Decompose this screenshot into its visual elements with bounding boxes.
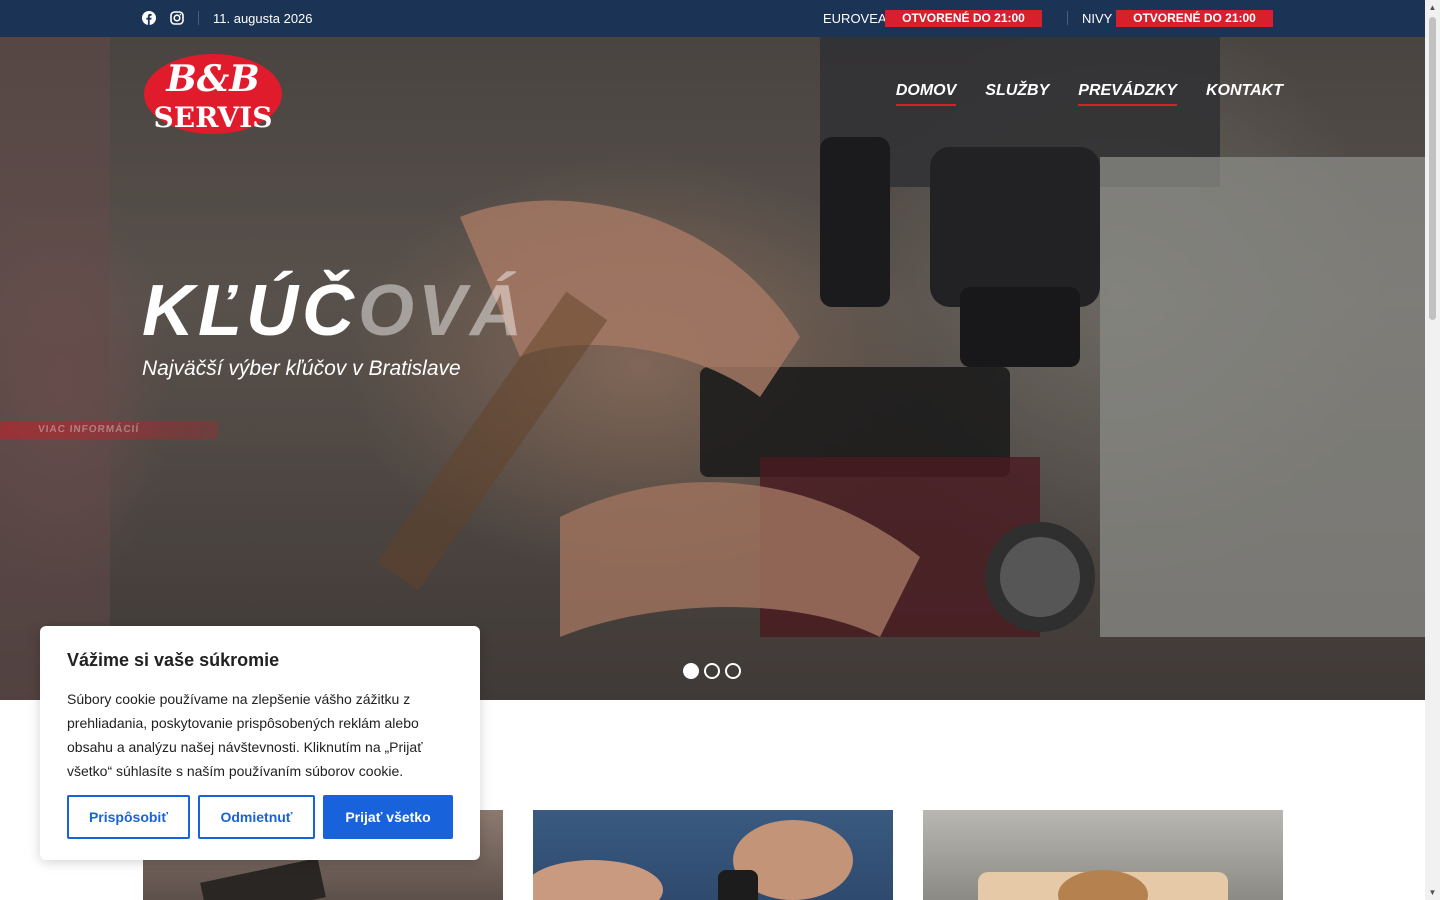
hero-subtitle: Najväčší výber kľúčov v Bratislave: [142, 357, 461, 380]
nav-item-domov[interactable]: DOMOV: [895, 82, 957, 106]
nav-item-prevadzky[interactable]: PREVÁDZKY: [1078, 82, 1177, 106]
store-name-nivy: NIVY: [1082, 11, 1113, 26]
svg-text:SERVIS: SERVIS: [154, 101, 273, 134]
reject-button[interactable]: Odmietnuť: [198, 795, 315, 839]
cookie-consent-banner: Vážime si vaše súkromie Súbory cookie po…: [40, 626, 480, 860]
slider-dot-3[interactable]: [725, 663, 741, 679]
card-image: [533, 820, 853, 900]
page-scrollbar[interactable]: ▲ ▼: [1425, 0, 1440, 900]
slider-dot-1[interactable]: [683, 663, 699, 679]
divider: [198, 11, 199, 25]
facebook-icon[interactable]: [142, 11, 156, 25]
card-image: [978, 870, 1228, 900]
current-date: 11. augusta 2026: [213, 11, 313, 26]
cookie-text: Súbory cookie používame na zlepšenie váš…: [67, 691, 423, 779]
customize-button[interactable]: Prispôsobiť: [67, 795, 190, 839]
instagram-icon[interactable]: [170, 11, 184, 25]
hero-title-solid: KĽÚČ: [142, 271, 358, 351]
store-status-badge: OTVORENÉ DO 21:00: [885, 10, 1042, 27]
service-card-3[interactable]: [923, 810, 1283, 900]
cookie-buttons: Prispôsobiť Odmietnuť Prijať všetko: [67, 795, 453, 839]
accept-all-button[interactable]: Prijať všetko: [323, 795, 453, 839]
store-status-badge: OTVORENÉ DO 21:00: [1116, 10, 1273, 27]
more-info-button[interactable]: VIAC INFORMÁCIÍ: [0, 421, 219, 439]
top-bar: 11. augusta 2026 EUROVEA OTVORENÉ DO 21:…: [0, 0, 1425, 37]
divider: [1067, 11, 1068, 25]
bb-servis-logo[interactable]: B&B SERVIS: [143, 53, 283, 135]
service-card-2[interactable]: [533, 810, 893, 900]
slider-dot-2[interactable]: [704, 663, 720, 679]
nav-item-kontakt[interactable]: KONTAKT: [1206, 82, 1283, 106]
main-nav: DOMOV SLUŽBY PREVÁDZKY KONTAKT: [895, 82, 1283, 106]
svg-text:B&B: B&B: [165, 58, 259, 100]
cookie-title: Vážime si vaše súkromie: [67, 650, 280, 670]
scrollbar-thumb[interactable]: [1429, 17, 1436, 320]
hero-title-fade: OVÁ: [357, 271, 526, 351]
nav-item-sluzby[interactable]: SLUŽBY: [985, 82, 1049, 106]
scroll-down-icon[interactable]: ▼: [1425, 885, 1440, 900]
hero-title: KĽÚČOVÁ: [142, 270, 526, 352]
slider-pagination: [683, 663, 741, 679]
hero-slider[interactable]: B&B SERVIS DOMOV SLUŽBY PREVÁDZKY KONTAK…: [0, 37, 1425, 700]
scroll-up-icon[interactable]: ▲: [1425, 0, 1440, 15]
store-name-eurovea: EUROVEA: [823, 11, 887, 26]
